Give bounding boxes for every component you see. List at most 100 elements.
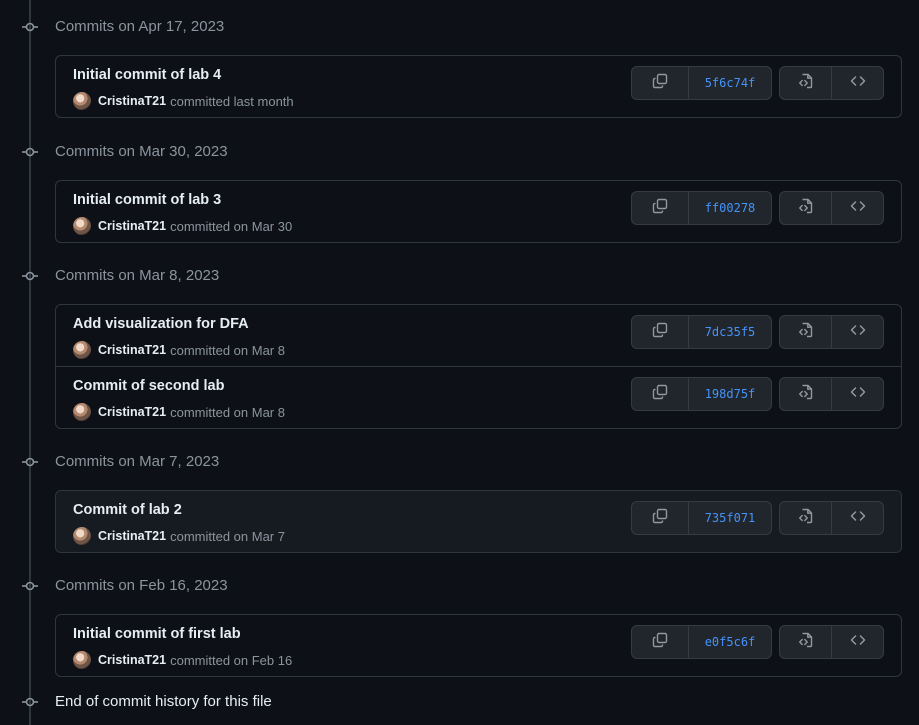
action-button-group — [779, 377, 884, 411]
timeline-line — [29, 0, 31, 725]
commit-time: committed on Feb 16 — [170, 652, 293, 668]
git-commit-icon — [22, 146, 38, 158]
copy-icon — [652, 508, 668, 529]
commit-group-header: Commits on Mar 7, 2023 — [0, 450, 919, 474]
commit-sha-link[interactable]: ff00278 — [688, 192, 771, 224]
commit-meta: CristinaT21 committed on Mar 8 — [73, 340, 285, 360]
commit-list: Initial commit of lab 3 CristinaT21 comm… — [55, 180, 902, 243]
commit-list: Commit of lab 2 CristinaT21 committed on… — [55, 490, 902, 553]
commit-meta: CristinaT21 committed on Mar 30 — [73, 216, 292, 236]
copy-sha-button[interactable] — [632, 502, 688, 534]
avatar[interactable] — [73, 403, 91, 421]
browse-repo-at-commit-button[interactable] — [831, 626, 883, 658]
commit-group-date: Commits on Feb 16, 2023 — [55, 577, 228, 594]
view-file-at-commit-button[interactable] — [780, 192, 831, 224]
action-button-group — [779, 625, 884, 659]
copy-sha-button[interactable] — [632, 67, 688, 99]
commit-message-link[interactable]: Initial commit of lab 3 — [73, 192, 221, 208]
view-file-at-commit-button[interactable] — [780, 316, 831, 348]
action-button-group — [779, 66, 884, 100]
commit-author-link[interactable]: CristinaT21 — [98, 405, 166, 419]
commit-sha-link[interactable]: 7dc35f5 — [688, 316, 771, 348]
avatar[interactable] — [73, 92, 91, 110]
commit-message-link[interactable]: Initial commit of first lab — [73, 626, 241, 642]
copy-icon — [652, 198, 668, 219]
commit-author-link[interactable]: CristinaT21 — [98, 343, 166, 357]
copy-sha-button[interactable] — [632, 192, 688, 224]
code-icon — [850, 322, 866, 343]
copy-icon — [652, 322, 668, 343]
commit-time: committed on Mar 30 — [170, 218, 293, 234]
commit-sha-link[interactable]: e0f5c6f — [688, 626, 771, 658]
avatar[interactable] — [73, 217, 91, 235]
action-button-group — [779, 315, 884, 349]
commit-sha-link[interactable]: 735f071 — [688, 502, 771, 534]
avatar[interactable] — [73, 651, 91, 669]
commit-group-header: Commits on Apr 17, 2023 — [0, 15, 919, 39]
sha-button-group: 735f071 — [631, 501, 772, 535]
view-file-at-commit-button[interactable] — [780, 626, 831, 658]
copy-sha-button[interactable] — [632, 626, 688, 658]
copy-sha-button[interactable] — [632, 378, 688, 410]
file-code-icon — [798, 632, 814, 653]
git-commit-icon — [22, 456, 38, 468]
git-commit-icon — [22, 696, 38, 708]
file-code-icon — [798, 508, 814, 529]
commit-author-link[interactable]: CristinaT21 — [98, 529, 166, 543]
browse-repo-at-commit-button[interactable] — [831, 316, 883, 348]
commit-sha-link[interactable]: 5f6c74f — [688, 67, 771, 99]
copy-icon — [652, 632, 668, 653]
code-icon — [850, 73, 866, 94]
commit-group-header: Commits on Feb 16, 2023 — [0, 574, 919, 598]
browse-repo-at-commit-button[interactable] — [831, 502, 883, 534]
commit-row: Initial commit of first lab CristinaT21 … — [56, 615, 901, 676]
commit-row: Initial commit of lab 4 CristinaT21 comm… — [56, 56, 901, 117]
sha-button-group: ff00278 — [631, 191, 772, 225]
commit-list: Add visualization for DFA CristinaT21 co… — [55, 304, 902, 429]
commit-author-link[interactable]: CristinaT21 — [98, 653, 166, 667]
file-code-icon — [798, 73, 814, 94]
commit-author-link[interactable]: CristinaT21 — [98, 219, 166, 233]
view-file-at-commit-button[interactable] — [780, 502, 831, 534]
commit-time: committed on Mar 7 — [170, 528, 285, 544]
commit-message-link[interactable]: Commit of second lab — [73, 378, 224, 394]
commit-time: committed on Mar 8 — [170, 342, 285, 358]
commit-row: Commit of second lab CristinaT21 committ… — [56, 366, 901, 428]
commit-time: committed on Mar 8 — [170, 404, 285, 420]
commit-time: committed last month — [170, 93, 294, 109]
commit-message-link[interactable]: Commit of lab 2 — [73, 502, 182, 518]
commit-list: Initial commit of lab 4 CristinaT21 comm… — [55, 55, 902, 118]
commit-sha-link[interactable]: 198d75f — [688, 378, 771, 410]
commit-group-header: Commits on Mar 8, 2023 — [0, 264, 919, 288]
commit-group-date: Commits on Mar 7, 2023 — [55, 453, 220, 470]
avatar[interactable] — [73, 527, 91, 545]
commit-message-link[interactable]: Initial commit of lab 4 — [73, 67, 221, 83]
commit-group-date: Commits on Apr 17, 2023 — [55, 18, 225, 35]
view-file-at-commit-button[interactable] — [780, 378, 831, 410]
commit-meta: CristinaT21 committed on Mar 8 — [73, 402, 285, 422]
sha-button-group: 198d75f — [631, 377, 772, 411]
copy-sha-button[interactable] — [632, 316, 688, 348]
commit-list: Initial commit of first lab CristinaT21 … — [55, 614, 902, 677]
browse-repo-at-commit-button[interactable] — [831, 67, 883, 99]
code-icon — [850, 632, 866, 653]
browse-repo-at-commit-button[interactable] — [831, 378, 883, 410]
sha-button-group: 5f6c74f — [631, 66, 772, 100]
copy-icon — [652, 73, 668, 94]
commit-row: Initial commit of lab 3 CristinaT21 comm… — [56, 181, 901, 242]
commit-message-link[interactable]: Add visualization for DFA — [73, 316, 249, 332]
commit-author-link[interactable]: CristinaT21 — [98, 94, 166, 108]
commit-row: Add visualization for DFA CristinaT21 co… — [56, 305, 901, 366]
code-icon — [850, 508, 866, 529]
code-icon — [850, 384, 866, 405]
action-button-group — [779, 191, 884, 225]
copy-icon — [652, 384, 668, 405]
avatar[interactable] — [73, 341, 91, 359]
commit-group-date: Commits on Mar 30, 2023 — [55, 143, 228, 160]
view-file-at-commit-button[interactable] — [780, 67, 831, 99]
git-commit-icon — [22, 580, 38, 592]
action-button-group — [779, 501, 884, 535]
browse-repo-at-commit-button[interactable] — [831, 192, 883, 224]
file-code-icon — [798, 198, 814, 219]
commit-meta: CristinaT21 committed on Feb 16 — [73, 650, 292, 670]
